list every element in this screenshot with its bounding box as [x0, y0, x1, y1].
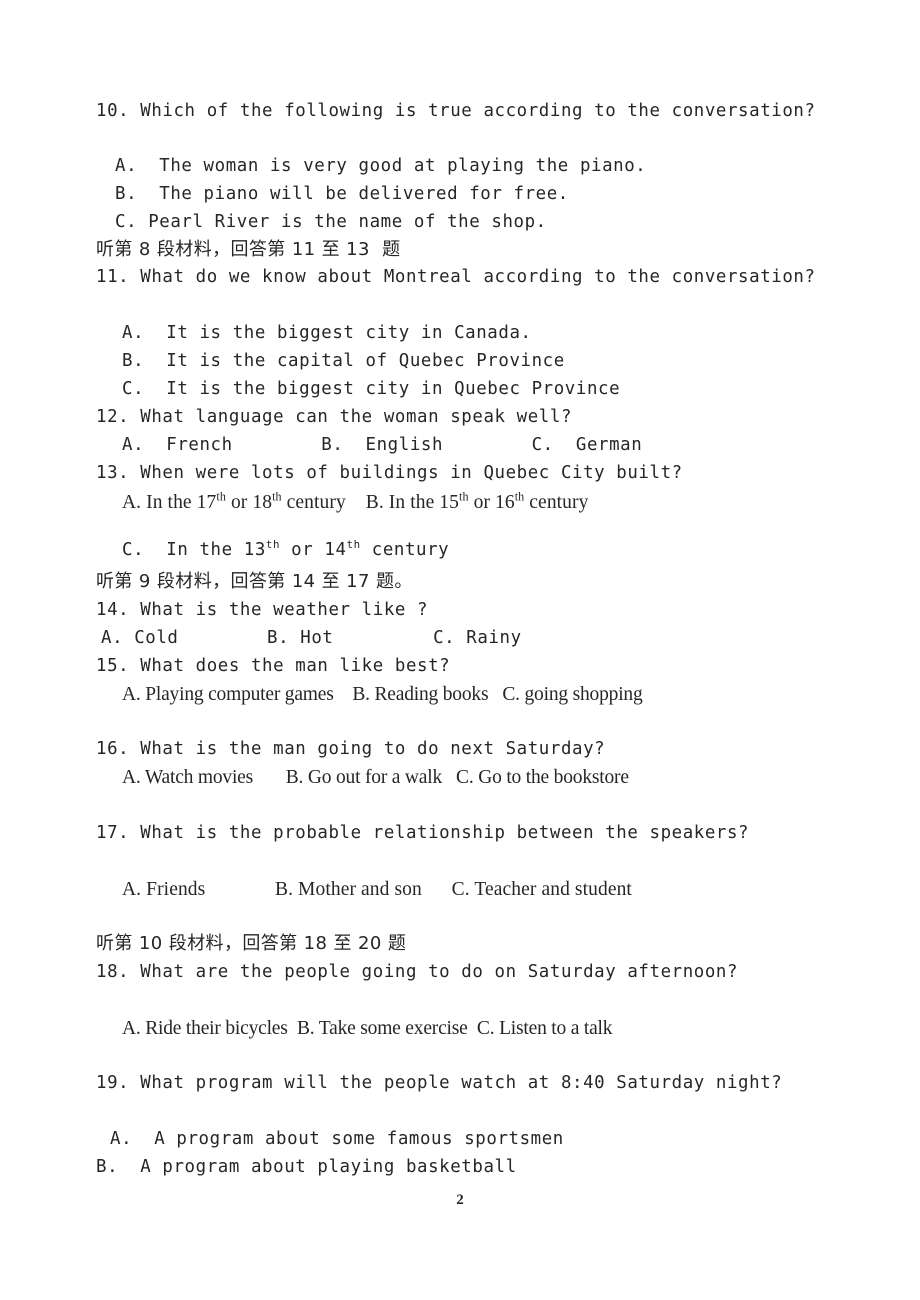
question-14-options: A. Cold B. Hot C. Rainy	[101, 628, 522, 648]
question-15-stem: 15. What does the man like best?	[96, 656, 451, 676]
q13-option-b-pre: B. In the 15	[365, 492, 460, 513]
q13-option-c-sup1: th	[265, 538, 281, 552]
question-19-option-a: A. A program about some famous sportsmen	[110, 1129, 564, 1149]
question-11-option-b: B. It is the capital of Quebec Province	[122, 351, 565, 371]
q13-option-b-post: century	[524, 492, 589, 513]
q13-option-b-sup1: th	[459, 489, 469, 504]
question-18-options: A. Ride their bicycles B. Take some exer…	[122, 1018, 613, 1039]
question-13-option-c: C. In the 13th or 14th century	[122, 539, 450, 560]
section-header-passage-8: 听第 8 段材料，回答第 11 至 13 题	[96, 239, 401, 260]
q13-option-c-pre: C. In the 13	[122, 540, 266, 560]
section-header-passage-9: 听第 9 段材料，回答第 14 至 17 题。	[96, 571, 413, 592]
question-15-options: A. Playing computer games B. Reading boo…	[122, 684, 643, 705]
exam-page: 10. Which of the following is true accor…	[0, 0, 920, 1300]
question-14-stem: 14. What is the weather like ?	[96, 600, 429, 620]
question-10-option-a: A. The woman is very good at playing the…	[115, 156, 647, 176]
q13-option-a-sup1: th	[216, 489, 226, 504]
question-16-stem: 16. What is the man going to do next Sat…	[96, 739, 606, 759]
question-12-stem: 12. What language can the woman speak we…	[96, 407, 573, 427]
q13-gap	[346, 492, 366, 513]
q13-option-b-sup2: th	[514, 489, 525, 504]
question-10-option-b: B. The piano will be delivered for free.	[115, 184, 569, 204]
question-11-stem: 11. What do we know about Montreal accor…	[96, 267, 816, 287]
q13-option-a-pre: A. In the 17	[122, 492, 217, 513]
question-10-stem: 10. Which of the following is true accor…	[96, 101, 816, 121]
question-17-options: A. Friends B. Mother and son C. Teacher …	[122, 879, 632, 900]
page-number: 2	[456, 1192, 464, 1208]
q13-option-a-mid: or 18	[225, 492, 273, 513]
q13-option-c-mid: or 14	[280, 540, 347, 560]
question-12-options: A. French B. English C. German	[122, 435, 643, 455]
question-13-stem: 13. When were lots of buildings in Quebe…	[96, 463, 683, 483]
q13-option-b-mid: or 16	[468, 492, 515, 513]
question-16-options: A. Watch movies B. Go out for a walk C. …	[122, 767, 629, 788]
question-11-option-c: C. It is the biggest city in Quebec Prov…	[122, 379, 621, 399]
question-11-option-a: A. It is the biggest city in Canada.	[122, 323, 532, 343]
q13-option-a-post: century	[281, 492, 346, 513]
q13-option-c-post: century	[360, 540, 450, 560]
question-19-stem: 19. What program will the people watch a…	[96, 1073, 783, 1093]
question-19-option-b: B. A program about playing basketball	[96, 1157, 517, 1177]
question-13-option-a-b: A. In the 17th or 18th century B. In the…	[122, 489, 589, 513]
question-18-stem: 18. What are the people going to do on S…	[96, 962, 739, 982]
question-17-stem: 17. What is the probable relationship be…	[96, 823, 750, 843]
section-header-passage-10: 听第 10 段材料，回答第 18 至 20 题	[96, 933, 407, 954]
question-10-option-c: C. Pearl River is the name of the shop.	[115, 212, 547, 232]
q13-option-c-sup2: th	[346, 538, 361, 552]
q13-option-a-sup2: th	[272, 489, 282, 504]
